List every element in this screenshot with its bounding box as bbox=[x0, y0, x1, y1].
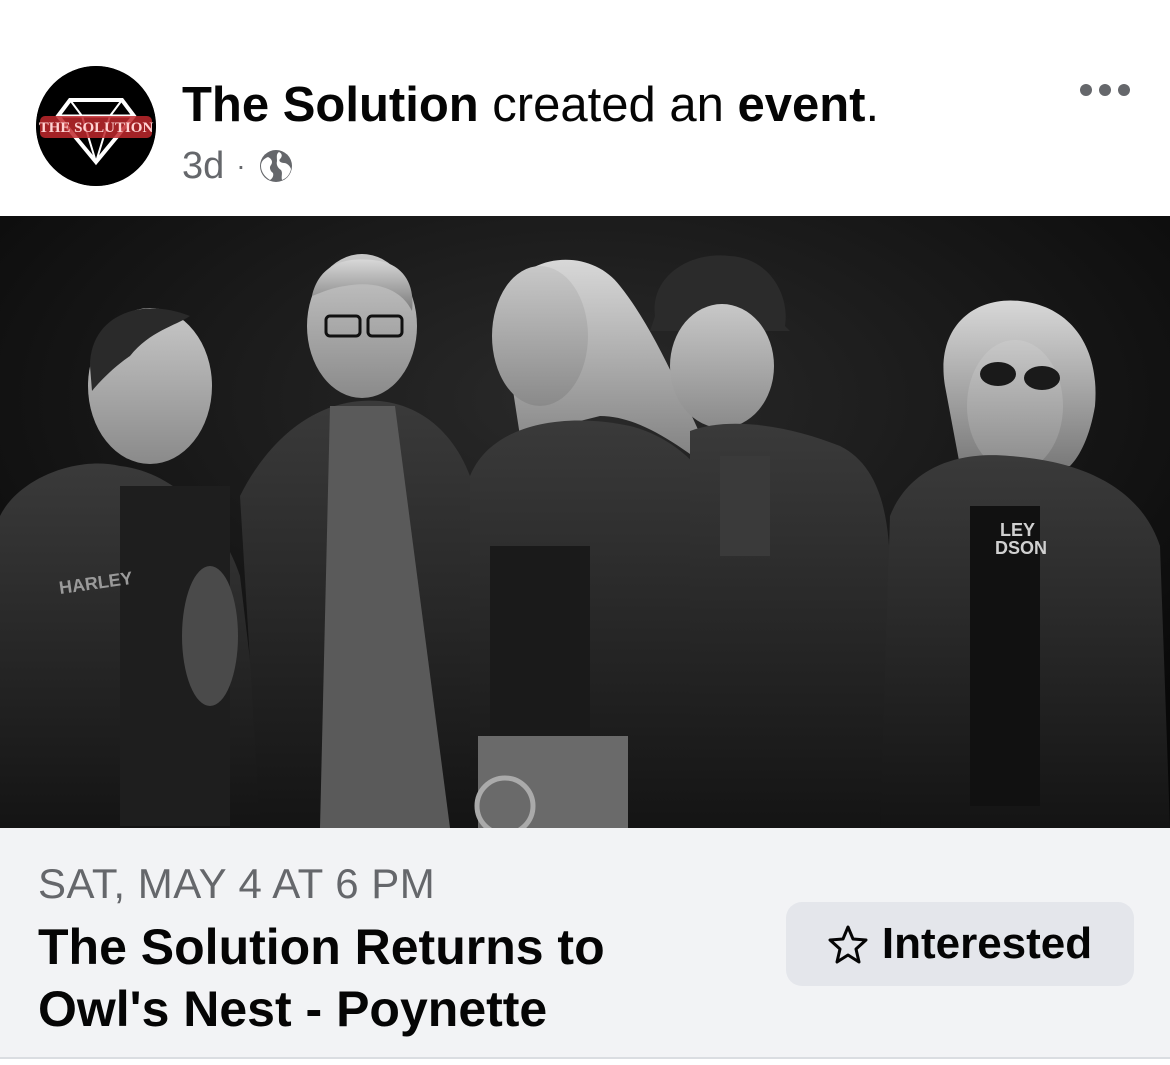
star-outline-icon bbox=[828, 925, 868, 964]
meta-separator: · bbox=[236, 150, 246, 181]
jacket-text-2: LEY bbox=[1000, 520, 1035, 540]
post-headline: The Solution created an event. bbox=[182, 76, 879, 134]
jacket-text-3: DSON bbox=[995, 538, 1047, 558]
event-title[interactable]: The Solution Returns to Owl's Nest - Poy… bbox=[38, 916, 738, 1040]
diamond-logo-icon: THE SOLUTION bbox=[36, 66, 156, 186]
logo-text: THE SOLUTION bbox=[39, 120, 154, 136]
interested-button[interactable]: Interested bbox=[786, 902, 1134, 986]
more-options-button[interactable] bbox=[1080, 84, 1130, 96]
more-dot bbox=[1118, 84, 1130, 96]
author-name[interactable]: The Solution bbox=[182, 78, 479, 132]
action-end: . bbox=[865, 78, 880, 132]
interested-label: Interested bbox=[881, 919, 1093, 968]
globe-icon[interactable] bbox=[258, 148, 294, 184]
action-text: created an bbox=[478, 78, 738, 132]
band-photo: HARLEY LEY DSON bbox=[0, 216, 1170, 828]
post-time[interactable]: 3d bbox=[182, 145, 224, 188]
event-date: SAT, MAY 4 AT 6 PM bbox=[38, 860, 436, 907]
event-card[interactable]: SAT, MAY 4 AT 6 PM The Solution Returns … bbox=[0, 828, 1170, 1059]
post-meta: 3d · bbox=[182, 142, 294, 190]
more-dot bbox=[1099, 84, 1111, 96]
action-object[interactable]: event bbox=[737, 78, 865, 132]
post-header: THE SOLUTION The Solution created an eve… bbox=[0, 0, 1170, 216]
page-avatar[interactable]: THE SOLUTION bbox=[36, 66, 156, 186]
event-cover-photo[interactable]: HARLEY LEY DSON bbox=[0, 216, 1170, 828]
more-dot bbox=[1080, 84, 1092, 96]
